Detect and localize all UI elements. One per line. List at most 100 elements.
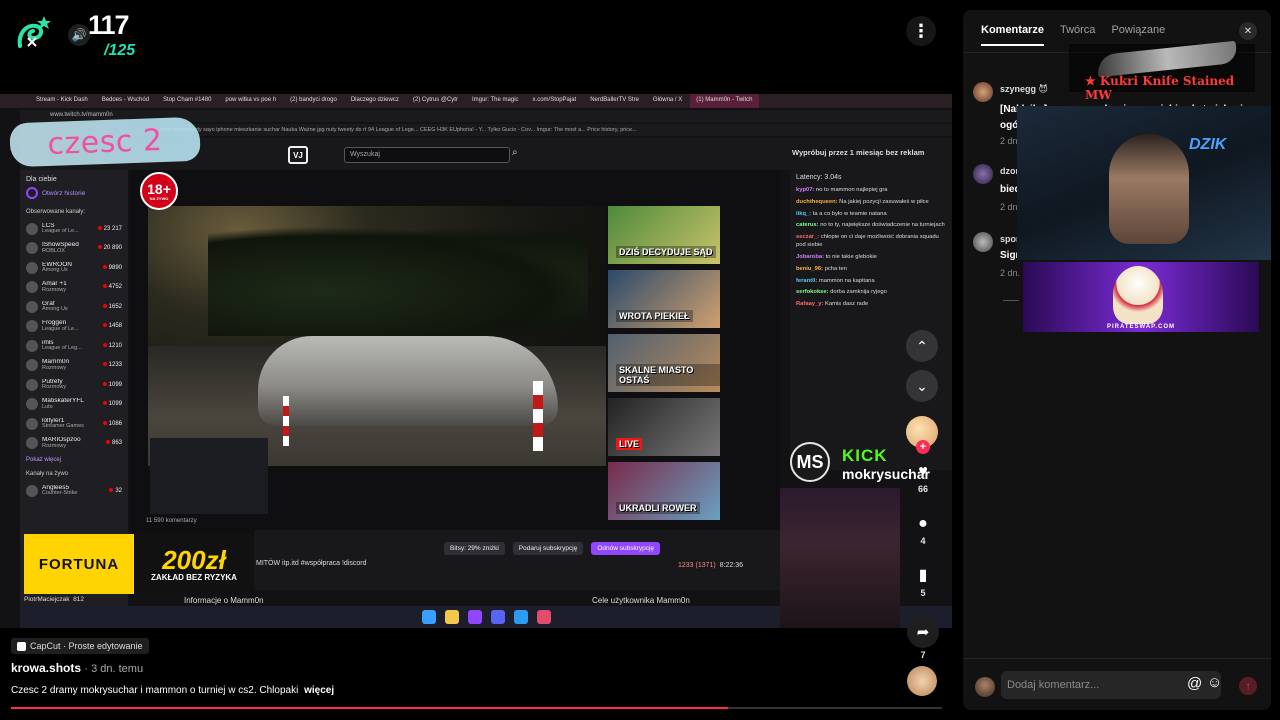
capcut-label: CapCut · Proste edytowanie xyxy=(30,641,143,651)
comment-composer: @ ☺ ↑ xyxy=(963,658,1271,710)
channel-viewers: 4752 xyxy=(103,284,122,290)
webcam-overlay xyxy=(780,488,900,628)
chat-message: ferant0: mammon na kapitana xyxy=(790,276,952,288)
channel-viewers: 1210 xyxy=(103,343,122,349)
twitch-app-icon xyxy=(467,610,482,624)
discord-icon xyxy=(490,610,505,624)
follow-plus-icon[interactable]: + xyxy=(916,440,930,454)
channel-viewers: 1458 xyxy=(103,323,122,329)
video-progress[interactable] xyxy=(11,707,942,709)
video-thumb: LIVE xyxy=(608,398,720,456)
comment-avatar[interactable] xyxy=(973,232,993,252)
channel-avatar xyxy=(26,359,38,372)
kick-logo: KICK xyxy=(842,446,888,465)
channel-viewers: 9890 xyxy=(103,265,122,271)
webcam-small xyxy=(150,438,268,514)
browser-icon xyxy=(513,610,528,624)
chat-message: beniu_96: pcha ten xyxy=(790,264,952,276)
channel-item: MatiskaterYFL Luto 1099 xyxy=(20,395,128,415)
channel-item: PiotrMaciejczak 812 xyxy=(24,596,84,603)
channel-game: League of Le... xyxy=(42,228,79,235)
chevron-up-icon[interactable]: ⌃ xyxy=(906,330,938,362)
channel-viewers: 1233 xyxy=(103,362,122,368)
more-link[interactable]: więcej xyxy=(304,685,334,696)
chat-text: mammon na kapitana xyxy=(818,277,875,284)
tab-comments[interactable]: Komentarze xyxy=(981,24,1044,46)
chat-text: no to ty, największe doświadczenie na tu… xyxy=(820,222,945,229)
sidebar-header: Dla ciebie xyxy=(26,176,57,183)
browser-tab: Dlaczego dziewcz xyxy=(350,97,399,103)
bookmark-icon: ▮ xyxy=(918,567,928,584)
video-feed: 🔊 117 /125 ⋮ Stream - Kick Dash Bedoes -… xyxy=(0,0,960,720)
knife-label: ★ Kukri Knife Stained MW xyxy=(1085,74,1235,102)
twitch-search-field: Wyszukaj xyxy=(344,147,510,163)
browser-tab-active: (1) Mamm0n - Twitch xyxy=(690,94,759,108)
channel-avatar xyxy=(26,261,38,274)
save-count: 5 xyxy=(920,588,926,598)
channel-item: LCS League of Le... 23 217 xyxy=(20,219,128,239)
channel-viewers: 1099 xyxy=(103,401,122,407)
channel-item: loltyler1 Streamer Games 1086 xyxy=(20,414,128,434)
send-arrow-icon[interactable]: ↑ xyxy=(1239,677,1257,695)
chat-user: Rafaay_y: xyxy=(796,301,824,308)
heart-icon: ♥ xyxy=(918,463,928,480)
comment-button[interactable]: ● 4 xyxy=(902,514,944,546)
twitch-logo-icon: VJ xyxy=(288,146,308,164)
channel-viewers: 32 xyxy=(109,488,122,494)
emoji-icon[interactable]: ☺ xyxy=(1207,674,1222,691)
renew-sub-button: Odnów subskrypcję xyxy=(591,542,661,555)
like-button[interactable]: ♥ 66 xyxy=(902,462,944,494)
uptime: 8:22:36 xyxy=(719,562,744,569)
knife-overlay: ★ Kukri Knife Stained MW xyxy=(1069,40,1255,102)
channel-game: ROBLOX xyxy=(42,247,65,254)
comment-count: 4 xyxy=(920,536,926,546)
chat-user: ferant0: xyxy=(796,277,818,284)
webcam-overlay: DZIK xyxy=(1017,106,1271,260)
comment-user[interactable]: szynegg xyxy=(1000,84,1036,94)
browser-tab: pow witka vs poe h xyxy=(225,97,277,103)
channel-avatar xyxy=(26,339,38,352)
tab-related[interactable]: Powiązane xyxy=(1111,24,1165,46)
overlay-caption-text: czesc 2 xyxy=(46,122,164,162)
fortuna-ad: FORTUNA 200zł ZAKŁAD BEZ RYZYKA xyxy=(24,534,254,594)
video-thumb: SKALNE MIASTO OSTAŚ xyxy=(608,334,720,392)
knife-icon xyxy=(1096,40,1238,78)
story-ring-icon xyxy=(26,187,38,199)
age-badge-sub: NA ŻYWO xyxy=(149,195,169,201)
chicken-icon xyxy=(1113,266,1163,324)
tab-creator[interactable]: Twórca xyxy=(1060,24,1095,46)
comment-avatar[interactable] xyxy=(973,164,993,184)
channel-viewers: 863 xyxy=(106,440,122,446)
channel-game: Rozmowy xyxy=(42,364,67,371)
traffic-post xyxy=(283,396,289,446)
share-button[interactable]: ➦ 7 xyxy=(902,616,944,660)
chat-text: ta a co było w teamie natana xyxy=(812,210,887,217)
browser-tab: x.com/StopPajat xyxy=(532,97,577,103)
close-icon[interactable]: ✕ xyxy=(1239,22,1257,40)
channel-item: MARIOspzoo Rozmowy 863 xyxy=(20,434,128,454)
age-badge-text: 18+ xyxy=(147,180,171,197)
latency-text: Latency: 3.04s xyxy=(796,174,842,181)
like-count: 66 xyxy=(917,484,928,494)
live-channels-header: Kanały na żywo xyxy=(26,471,69,477)
speaker-icon[interactable]: 🔊 xyxy=(68,24,90,46)
channel-item: imls League of Leg... 1210 xyxy=(20,336,128,356)
channel-game: Streamer Games xyxy=(42,423,84,430)
capcut-tag[interactable]: CapCut · Proste edytowanie xyxy=(11,638,149,654)
channel-avatar xyxy=(26,378,38,391)
age-badge: 18+ NA ŻYWO xyxy=(140,172,178,210)
post-author[interactable]: krowa.shots · 3 dn. temu xyxy=(11,661,143,675)
save-button[interactable]: ▮ 5 xyxy=(902,566,944,598)
chat-user: seczar_: xyxy=(796,234,820,241)
chat-text: Na jakiej pozycji zasuwałeś w piłce xyxy=(839,198,929,205)
mention-icon[interactable]: @ xyxy=(1187,675,1202,692)
comment-date: 2 dn. xyxy=(1000,268,1021,278)
thumb-title: WROTA PIEKIEŁ xyxy=(616,310,693,322)
music-disc[interactable] xyxy=(907,666,937,696)
channel-avatar xyxy=(26,398,38,411)
channel-game: Counter-Strike xyxy=(42,490,78,497)
chevron-down-icon[interactable]: ⌄ xyxy=(906,370,938,402)
comment-avatar[interactable] xyxy=(973,82,993,102)
show-more-link: Pokaż więcej xyxy=(26,457,62,463)
more-vertical-icon[interactable]: ⋮ xyxy=(906,16,936,46)
